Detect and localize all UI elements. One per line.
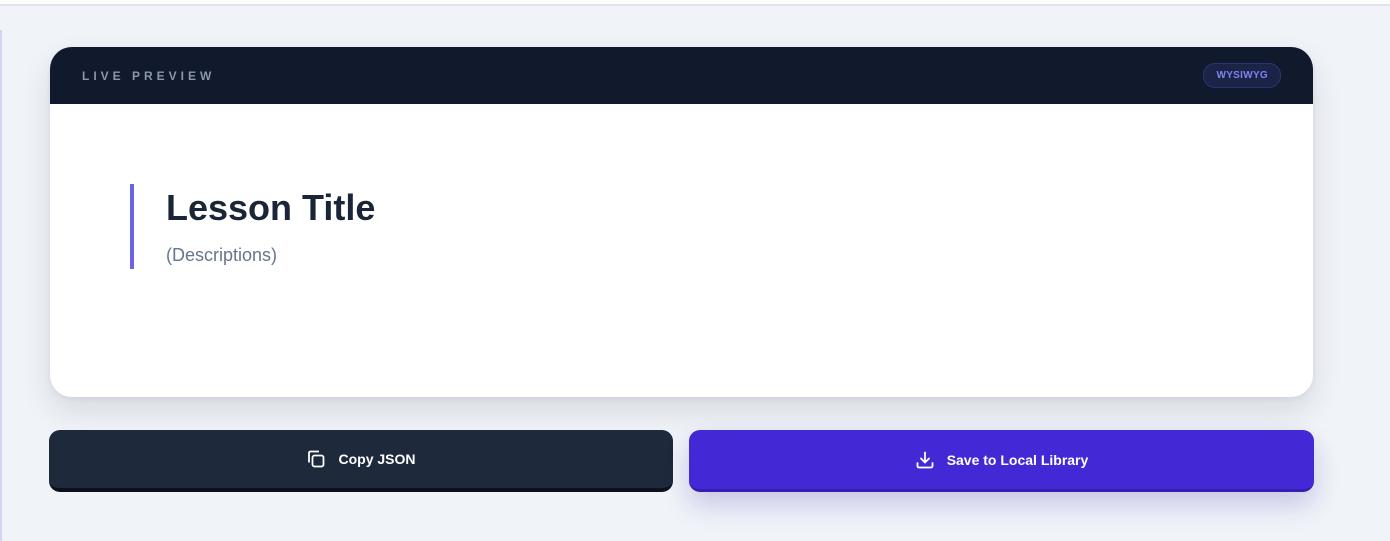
- lesson-description: (Descriptions): [166, 245, 278, 265]
- save-to-library-label: Save to Local Library: [946, 451, 1089, 468]
- wysiwyg-badge: WYSIWYG: [1203, 63, 1281, 88]
- download-icon: [915, 450, 935, 470]
- lesson-heading-block: Lesson Title (Descriptions): [130, 184, 730, 269]
- preview-header: LIVE PREVIEW WYSIWYG: [50, 47, 1313, 104]
- lesson-title: Lesson Title: [166, 187, 376, 228]
- page: LIVE PREVIEW WYSIWYG Lesson Title (Descr…: [0, 0, 1390, 541]
- preview-label: LIVE PREVIEW: [82, 68, 216, 83]
- copy-icon: [306, 449, 326, 469]
- top-divider: [0, 0, 1390, 6]
- save-to-library-button[interactable]: Save to Local Library: [689, 430, 1314, 492]
- copy-json-label: Copy JSON: [338, 451, 416, 467]
- sidebar-edge: [0, 30, 2, 541]
- copy-json-button[interactable]: Copy JSON: [49, 430, 673, 492]
- live-preview-card: LIVE PREVIEW WYSIWYG Lesson Title (Descr…: [50, 47, 1313, 397]
